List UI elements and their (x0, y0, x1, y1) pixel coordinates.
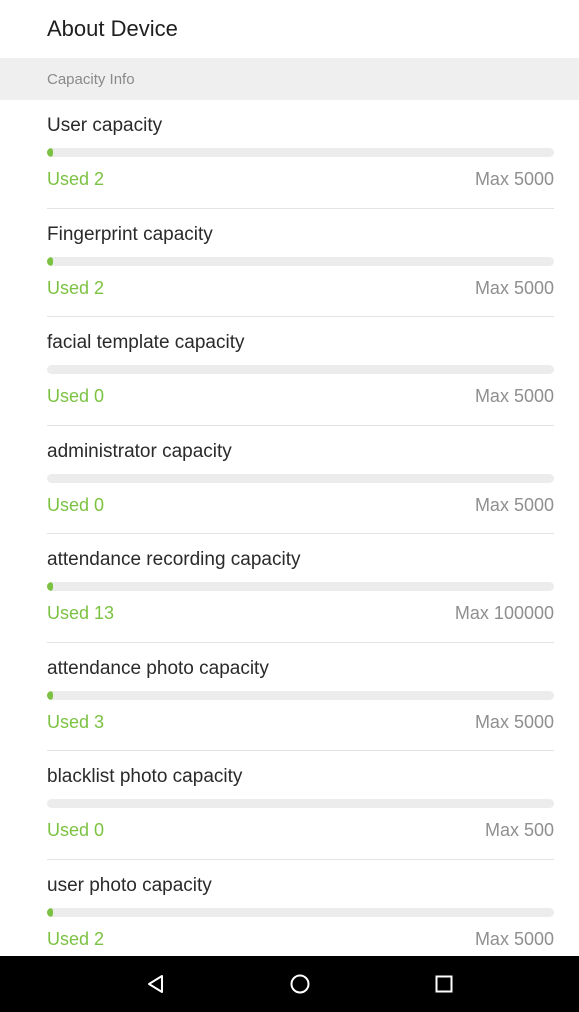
capacity-progress-fill (47, 907, 53, 917)
capacity-progress-bar (47, 799, 554, 808)
capacity-label: blacklist photo capacity (47, 766, 243, 787)
capacity-label: attendance recording capacity (47, 549, 301, 570)
used-value: Used 2 (47, 169, 105, 189)
page-title: About Device (47, 16, 178, 41)
capacity-row-attendance-recording: attendance recording capacity Used 13 Ma… (47, 534, 554, 643)
used-value: Used 2 (47, 277, 105, 298)
capacity-progress-fill (47, 690, 53, 700)
capacity-progress-fill (47, 148, 53, 157)
used-value: Used 0 (47, 494, 105, 515)
section-title: Capacity Info (47, 70, 135, 88)
app-header: About Device (0, 0, 579, 58)
capacity-progress-bar (47, 582, 554, 591)
capacity-progress-bar (47, 690, 554, 700)
capacity-row-fingerprint: Fingerprint capacity Used 2 Max 5000 (47, 209, 554, 317)
home-icon (290, 974, 310, 994)
capacity-label: user photo capacity (47, 874, 212, 896)
max-value: Max 5000 (474, 928, 554, 949)
capacity-progress-fill (47, 256, 53, 266)
system-navigation-bar (0, 956, 579, 1012)
capacity-progress-bar (47, 256, 554, 266)
used-value: Used 0 (47, 820, 105, 840)
max-value: Max 5000 (474, 494, 554, 515)
max-value: Max 5000 (474, 386, 554, 406)
max-value: Max 5000 (474, 277, 554, 298)
max-value: Max 500 (484, 820, 554, 840)
capacity-row-attendance-photo: attendance photo capacity Used 3 Max 500… (47, 643, 554, 751)
max-value: Max 100000 (454, 603, 554, 623)
recents-icon (435, 975, 453, 993)
capacity-label: facial template capacity (47, 332, 245, 353)
back-button[interactable] (126, 956, 186, 1012)
capacity-label: Fingerprint capacity (47, 223, 213, 245)
section-header: Capacity Info (0, 58, 579, 100)
capacity-progress-fill (47, 582, 53, 591)
capacity-row-user-photo: user photo capacity Used 2 Max 5000 (47, 860, 554, 969)
capacity-row-facial-template: facial template capacity Used 0 Max 5000 (47, 317, 554, 426)
used-value: Used 0 (47, 386, 105, 406)
capacity-label: User capacity (47, 115, 163, 136)
capacity-label: attendance photo capacity (47, 657, 269, 679)
capacity-progress-bar (47, 148, 554, 157)
capacity-row-user: User capacity Used 2 Max 5000 (47, 100, 554, 209)
capacity-list: User capacity Used 2 Max 5000 Fingerprin… (0, 100, 579, 968)
max-value: Max 5000 (474, 169, 554, 189)
capacity-row-administrator: administrator capacity Used 0 Max 5000 (47, 426, 554, 534)
back-icon (148, 975, 163, 993)
recents-button[interactable] (414, 956, 474, 1012)
capacity-progress-bar (47, 473, 554, 483)
used-value: Used 13 (47, 603, 115, 623)
capacity-row-blacklist-photo: blacklist photo capacity Used 0 Max 500 (47, 751, 554, 860)
capacity-progress-bar (47, 907, 554, 917)
home-button[interactable] (270, 956, 330, 1012)
max-value: Max 5000 (474, 711, 554, 732)
capacity-progress-bar (47, 365, 554, 374)
capacity-label: administrator capacity (47, 440, 232, 462)
used-value: Used 3 (47, 711, 105, 732)
used-value: Used 2 (47, 928, 105, 949)
